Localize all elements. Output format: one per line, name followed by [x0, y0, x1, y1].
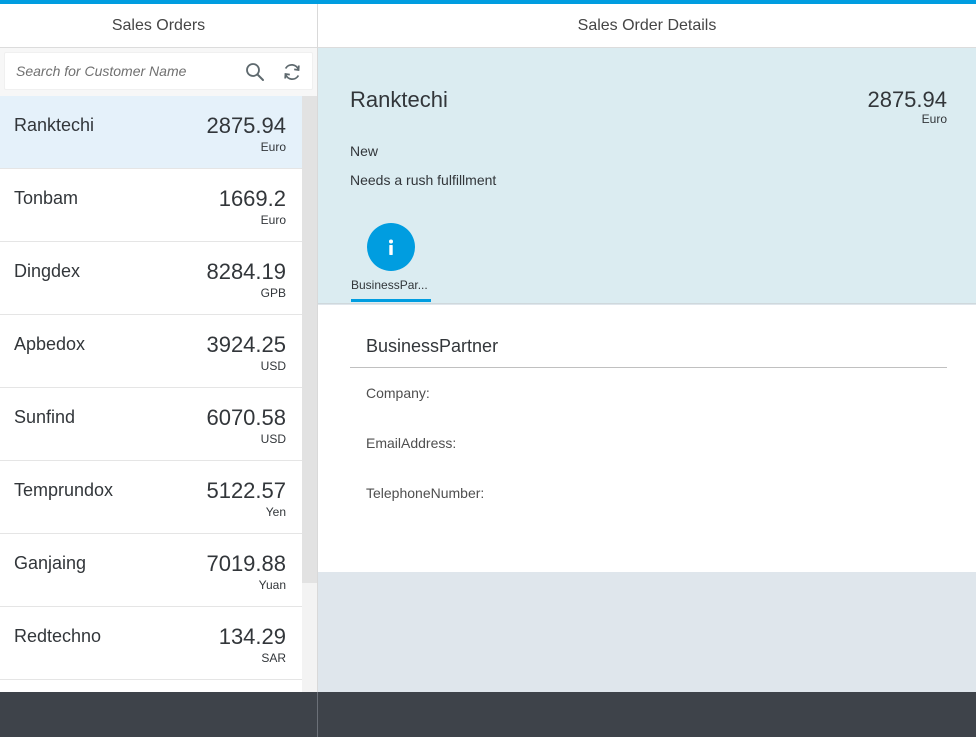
list-item[interactable]: Dingdex 8284.19 GPB [0, 242, 302, 315]
order-amount: 8284.19 [206, 259, 286, 284]
form-title-divider [350, 367, 947, 368]
customer-name: Sunfind [14, 407, 76, 427]
telephone-number-label: TelephoneNumber: [366, 485, 485, 501]
search-input[interactable] [16, 63, 236, 79]
sales-order-list: Ranktechi 2875.94 Euro Tonbam 1669.2 Eur… [0, 96, 302, 692]
currency-unit: Euro [260, 213, 286, 227]
company-label: Company: [366, 385, 430, 401]
business-partner-form: BusinessPartner Company: EmailAddress: T… [318, 305, 976, 572]
list-item[interactable]: Ranktechi 2875.94 Euro [0, 96, 302, 169]
customer-name: Dingdex [14, 261, 81, 281]
detail-title: Sales Order Details [577, 16, 717, 34]
list-item[interactable]: Temprundox 5122.57 Yen [0, 461, 302, 534]
object-title: Ranktechi [350, 87, 448, 112]
footer-divider [317, 692, 318, 737]
object-note: Needs a rush fulfillment [350, 172, 497, 188]
currency-unit: SAR [261, 651, 286, 665]
order-amount: 6070.58 [206, 405, 286, 430]
currency-unit: USD [260, 432, 286, 446]
object-number-unit: Euro [921, 112, 947, 126]
list-item[interactable]: Ganjaing 7019.88 Yuan [0, 534, 302, 607]
order-amount: 1669.2 [218, 186, 286, 211]
master-header: Sales Orders [0, 4, 317, 48]
info-icon[interactable] [367, 223, 415, 271]
list-item[interactable]: Sunfind 6070.58 USD [0, 388, 302, 461]
master-title: Sales Orders [111, 16, 206, 34]
refresh-icon[interactable] [280, 60, 304, 84]
order-amount: 2875.94 [206, 113, 286, 138]
order-amount: 134.29 [218, 624, 286, 649]
detail-pane: Sales Order Details Ranktechi 2875.94 Eu… [318, 4, 976, 737]
search-bar [0, 48, 317, 96]
object-number: 2875.94 [867, 87, 947, 112]
list-item[interactable] [0, 680, 302, 692]
tab-label: BusinessPar... [351, 278, 428, 292]
tab-selected-indicator [351, 299, 431, 302]
currency-unit: Yen [265, 505, 286, 519]
list-item[interactable]: Redtechno 134.29 SAR [0, 607, 302, 680]
order-amount: 3924.25 [206, 332, 286, 357]
footer-toolbar [0, 692, 976, 737]
form-title: BusinessPartner [366, 336, 499, 356]
currency-unit: Yuan [258, 578, 286, 592]
customer-name: Temprundox [14, 480, 114, 500]
list-item[interactable]: Tonbam 1669.2 Euro [0, 169, 302, 242]
list-item[interactable]: Apbedox 3924.25 USD [0, 315, 302, 388]
object-header: Ranktechi 2875.94 Euro New Needs a rush … [318, 48, 976, 304]
scrollbar-thumb[interactable] [302, 96, 317, 583]
customer-name: Apbedox [14, 334, 86, 354]
search-icon[interactable] [243, 60, 267, 84]
tab-business-partner[interactable]: BusinessPar... [351, 223, 431, 304]
search-field [4, 52, 313, 90]
customer-name: Ganjaing [14, 553, 87, 573]
order-amount: 7019.88 [206, 551, 286, 576]
object-status: New [350, 143, 379, 159]
customer-name: Redtechno [14, 626, 102, 646]
sales-order-list-container: Ranktechi 2875.94 Euro Tonbam 1669.2 Eur… [0, 96, 317, 692]
master-pane: Sales Orders Search for Customer Name Ra… [0, 4, 317, 737]
currency-unit: Euro [260, 140, 286, 154]
detail-header: Sales Order Details [318, 4, 976, 48]
email-address-label: EmailAddress: [366, 435, 457, 451]
customer-name: Tonbam [14, 188, 79, 208]
currency-unit: USD [260, 359, 286, 373]
customer-name: Ranktechi [14, 115, 95, 135]
currency-unit: GPB [260, 286, 286, 300]
order-amount: 5122.57 [206, 478, 286, 503]
